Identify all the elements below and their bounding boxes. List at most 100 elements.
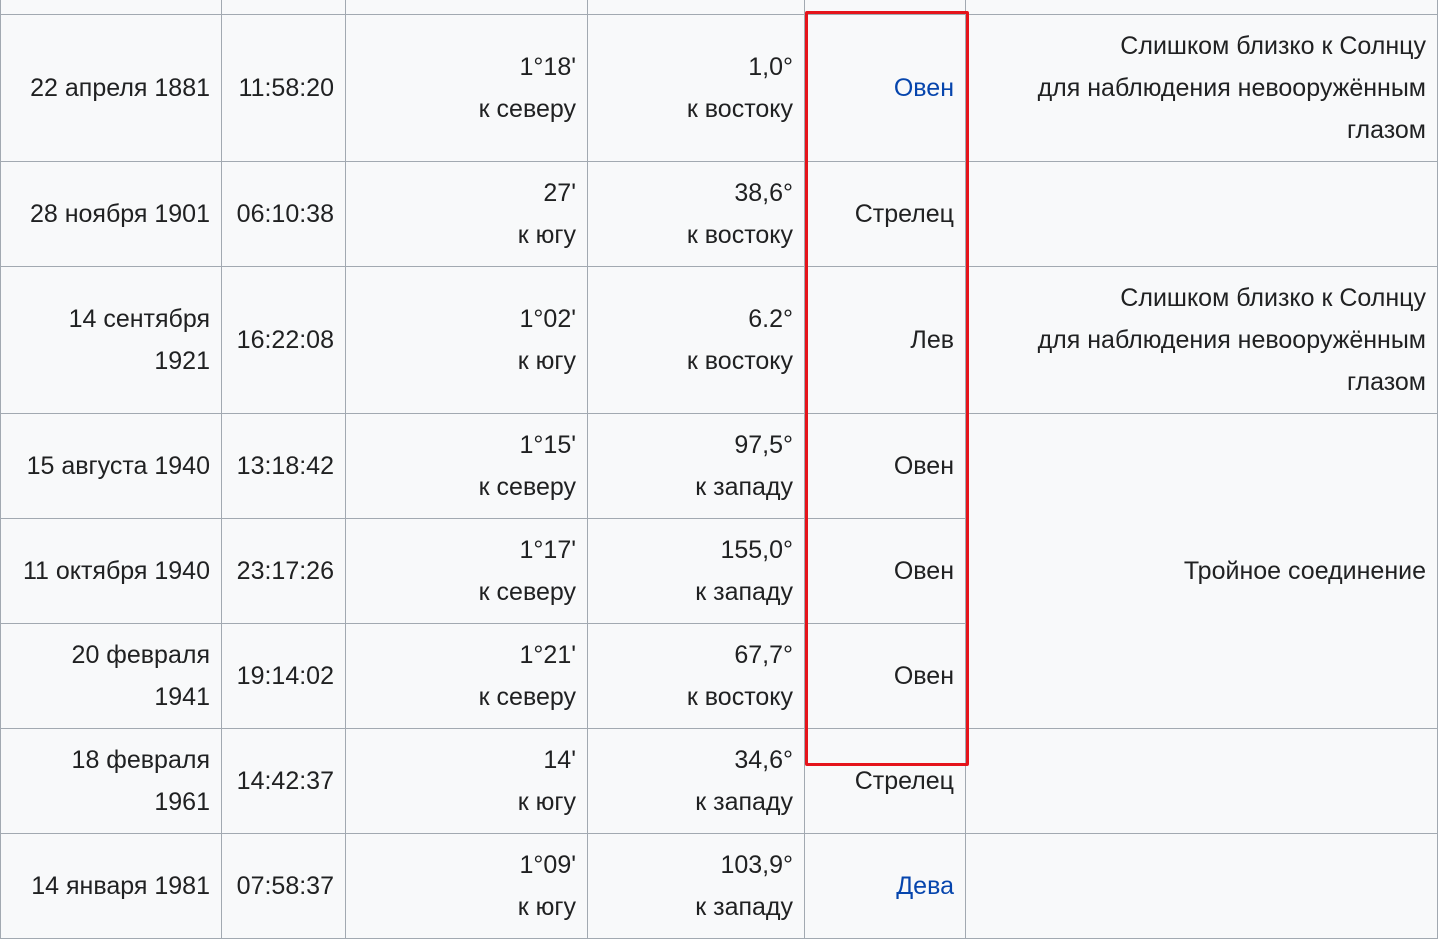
- date-cell: 14 января 1981: [0, 833, 222, 939]
- separation-direction: к северу: [478, 473, 576, 501]
- constellation-cell: Овен: [804, 518, 966, 624]
- time-cell: 13:18:42: [221, 413, 346, 519]
- elongation-direction: к востоку: [686, 95, 793, 123]
- separation-value: 1°21': [519, 641, 576, 669]
- note-line: глазом: [1346, 368, 1426, 396]
- separation-cell: 1°21' к северу: [345, 623, 588, 729]
- separation-value: 1°18': [519, 53, 576, 81]
- date-cell: 18 февраля 1961: [0, 728, 222, 834]
- note-cell: [965, 833, 1438, 939]
- table-row: 18 февраля 1961 14:42:37 14' к югу 34,6°…: [0, 728, 1438, 834]
- note-line: для наблюдения невооружённым: [1037, 74, 1426, 102]
- constellation-cell: Дева: [804, 833, 966, 939]
- table-row: 15 августа 1940 13:18:42 1°15' к северу …: [0, 413, 1438, 729]
- table-row: 28 ноября 1901 06:10:38 27' к югу 38,6° …: [0, 161, 1438, 267]
- elongation-direction: к востоку: [686, 347, 793, 375]
- separation-cell: 1°09' к югу: [345, 833, 588, 939]
- constellation-cell: Овен: [804, 623, 966, 729]
- table-row: 14 января 1981 07:58:37 1°09' к югу 103,…: [0, 833, 1438, 939]
- elongation-cell: 103,9° к западу: [587, 833, 805, 939]
- note-cell: Слишком близко к Солнцу для наблюдения н…: [965, 14, 1438, 162]
- conjunction-table: 22 апреля 1881 11:58:20 1°18' к северу 1…: [0, 0, 1438, 939]
- elongation-cell: [587, 0, 805, 15]
- elongation-value: 6.2°: [748, 305, 793, 333]
- constellation-link[interactable]: Овен: [894, 74, 954, 102]
- separation-value: 1°09': [519, 851, 576, 879]
- elongation-cell: 97,5° к западу: [587, 413, 805, 519]
- separation-direction: к югу: [517, 347, 576, 375]
- date-cell: 15 августа 1940: [0, 413, 222, 519]
- date-cell: 14 сентября 1921: [0, 266, 222, 414]
- separation-value: 27': [543, 179, 576, 207]
- separation-cell: 14' к югу: [345, 728, 588, 834]
- separation-value: 14': [543, 746, 576, 774]
- time-cell: 11:58:20: [221, 14, 346, 162]
- separation-cell: [345, 0, 588, 15]
- separation-direction: к северу: [478, 578, 576, 606]
- separation-direction: к северу: [478, 95, 576, 123]
- time-cell: 19:14:02: [221, 623, 346, 729]
- date-text: 18 февраля 1961: [71, 746, 210, 816]
- table-row: 14 сентября 1921 16:22:08 1°02' к югу 6.…: [0, 266, 1438, 414]
- note-line: Слишком близко к Солнцу: [1120, 32, 1426, 60]
- note-cell: Тройное соединение: [965, 413, 1438, 729]
- separation-cell: 1°15' к северу: [345, 413, 588, 519]
- elongation-value: 34,6°: [734, 746, 793, 774]
- separation-direction: к югу: [517, 893, 576, 921]
- constellation-cell: Лев: [804, 266, 966, 414]
- time-cell: 14:42:37: [221, 728, 346, 834]
- elongation-value: 67,7°: [734, 641, 793, 669]
- elongation-value: 103,9°: [720, 851, 793, 879]
- separation-cell: 1°18' к северу: [345, 14, 588, 162]
- constellation-link[interactable]: Дева: [896, 872, 954, 900]
- time-cell: 06:10:38: [221, 161, 346, 267]
- time-cell: 16:22:08: [221, 266, 346, 414]
- date-cell: 22 апреля 1881: [0, 14, 222, 162]
- conjunction-table-wrapper: 22 апреля 1881 11:58:20 1°18' к северу 1…: [0, 0, 1438, 939]
- note-line: Слишком близко к Солнцу: [1120, 284, 1426, 312]
- elongation-cell: 6.2° к востоку: [587, 266, 805, 414]
- note-cell: [965, 728, 1438, 834]
- elongation-cell: 34,6° к западу: [587, 728, 805, 834]
- date-cell: 20 февраля 1941: [0, 623, 222, 729]
- elongation-cell: 38,6° к востоку: [587, 161, 805, 267]
- date-cell: 28 ноября 1901: [0, 161, 222, 267]
- note-cell: [965, 161, 1438, 267]
- separation-direction: к югу: [517, 221, 576, 249]
- date-text: 15 августа 1940: [26, 452, 210, 480]
- table-row: [0, 0, 1438, 15]
- separation-direction: к югу: [517, 788, 576, 816]
- time-cell: 23:17:26: [221, 518, 346, 624]
- separation-direction: к северу: [478, 683, 576, 711]
- separation-cell: 1°17' к северу: [345, 518, 588, 624]
- elongation-direction: к востоку: [686, 221, 793, 249]
- constellation-cell: Стрелец: [804, 161, 966, 267]
- separation-value: 1°02': [519, 305, 576, 333]
- elongation-direction: к западу: [695, 578, 793, 606]
- elongation-cell: 1,0° к востоку: [587, 14, 805, 162]
- constellation-cell: Овен: [804, 413, 966, 519]
- date-text: 20 февраля 1941: [71, 641, 210, 711]
- time-cell: [221, 0, 346, 15]
- constellation-cell: [804, 0, 966, 15]
- separation-cell: 27' к югу: [345, 161, 588, 267]
- elongation-direction: к западу: [695, 473, 793, 501]
- note-line: для наблюдения невооружённым: [1037, 326, 1426, 354]
- elongation-value: 155,0°: [720, 536, 793, 564]
- note-cell: Слишком близко к Солнцу для наблюдения н…: [965, 266, 1438, 414]
- date-text: 11 октября 1940: [22, 557, 210, 585]
- note-line: глазом: [1346, 116, 1426, 144]
- elongation-direction: к западу: [695, 788, 793, 816]
- note-cell: [965, 0, 1438, 15]
- table-row: 22 апреля 1881 11:58:20 1°18' к северу 1…: [0, 14, 1438, 162]
- elongation-value: 38,6°: [734, 179, 793, 207]
- separation-value: 1°17': [519, 536, 576, 564]
- date-text: 14 сентября 1921: [68, 305, 210, 375]
- elongation-value: 97,5°: [734, 431, 793, 459]
- elongation-direction: к востоку: [686, 683, 793, 711]
- elongation-cell: 67,7° к востоку: [587, 623, 805, 729]
- constellation-cell: Овен: [804, 14, 966, 162]
- constellation-cell: Стрелец: [804, 728, 966, 834]
- date-cell: 11 октября 1940: [0, 518, 222, 624]
- separation-value: 1°15': [519, 431, 576, 459]
